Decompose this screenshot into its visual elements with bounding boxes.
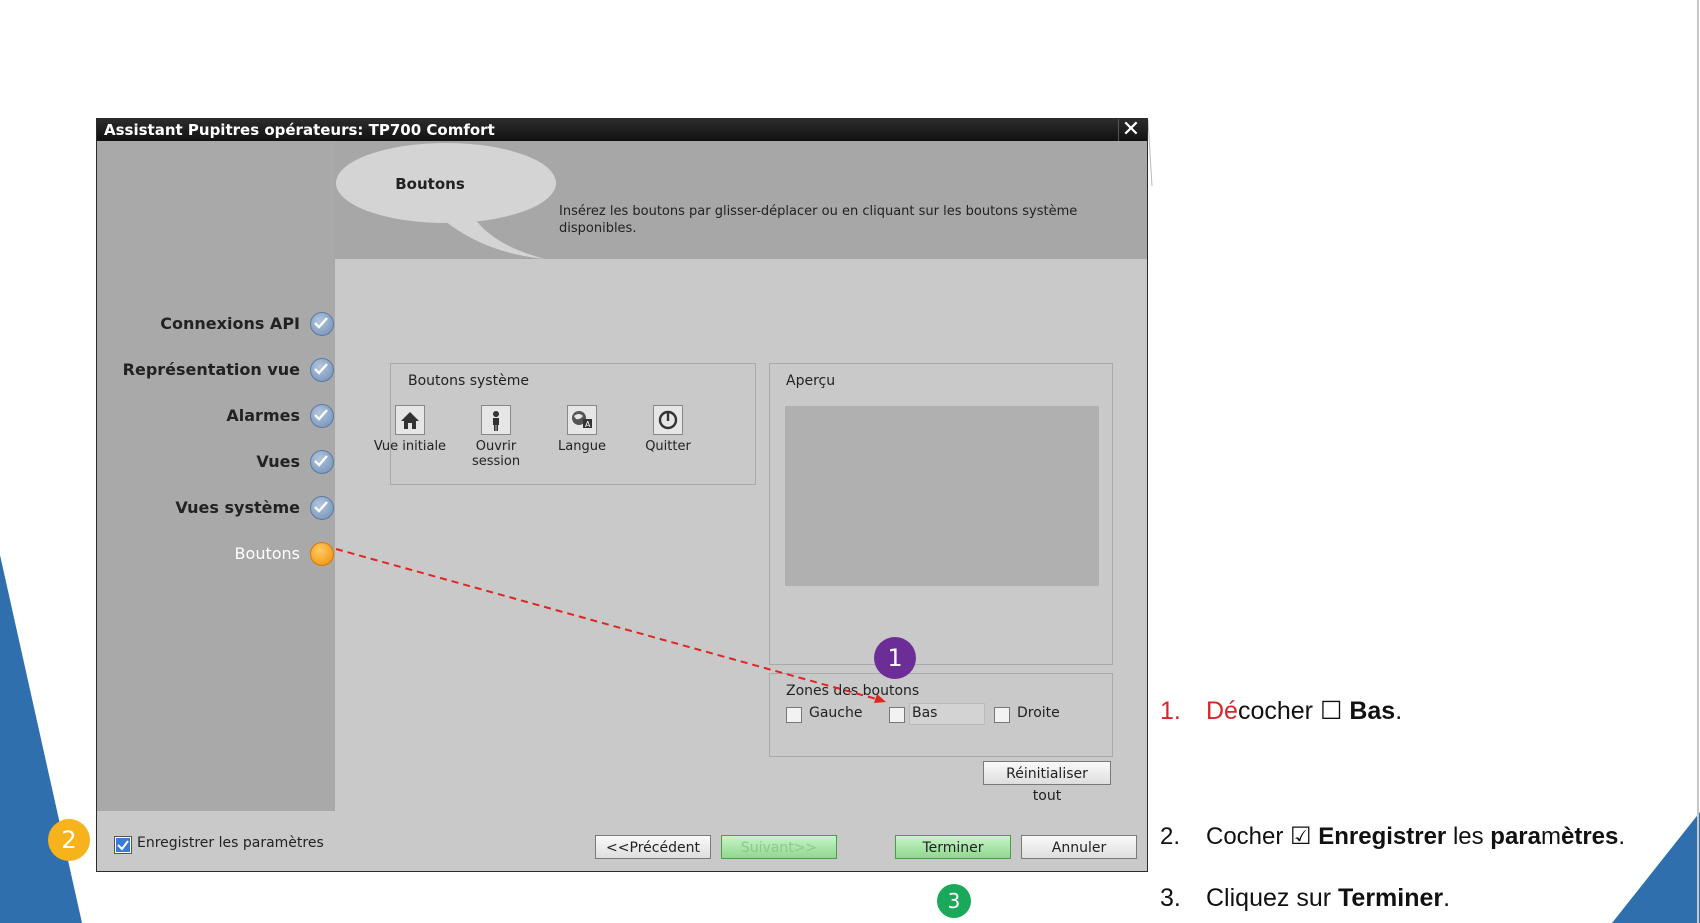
step-number: 1. (1160, 697, 1181, 725)
instruction-text: cocher ☐ (1237, 697, 1350, 725)
instruction-bold: Enregistrer (1318, 823, 1447, 850)
instruction-bold: ètres (1561, 823, 1619, 850)
step-marker-2: 2 (48, 819, 90, 861)
instruction-bold: Terminer (1338, 884, 1444, 912)
instruction-end: . (1618, 823, 1626, 850)
step-marker-1: 1 (874, 637, 916, 679)
instruction-text: Cocher ☑ (1206, 823, 1319, 850)
instruction-text: Cliquez sur (1206, 884, 1338, 912)
instruction-step-1: 1. Décocher ☐ Bas. (1160, 696, 1402, 726)
instruction-bold: Bas (1349, 697, 1396, 725)
instruction-highlight: Dé (1206, 697, 1238, 725)
instruction-text: m (1541, 823, 1561, 850)
instruction-bold: para (1490, 823, 1541, 850)
step-marker-3: 3 (937, 884, 971, 918)
instruction-end: . (1443, 884, 1451, 912)
annotation-arrow (335, 548, 886, 703)
instruction-step-2: 2. Cocher ☑ Enregistrer les paramètres. (1160, 822, 1625, 851)
instruction-step-3: 3. Cliquez sur Terminer. (1160, 884, 1450, 913)
step-number: 3. (1160, 884, 1181, 912)
instruction-end: . (1395, 697, 1403, 725)
step-number: 2. (1160, 823, 1181, 850)
instruction-text: les (1446, 823, 1491, 850)
